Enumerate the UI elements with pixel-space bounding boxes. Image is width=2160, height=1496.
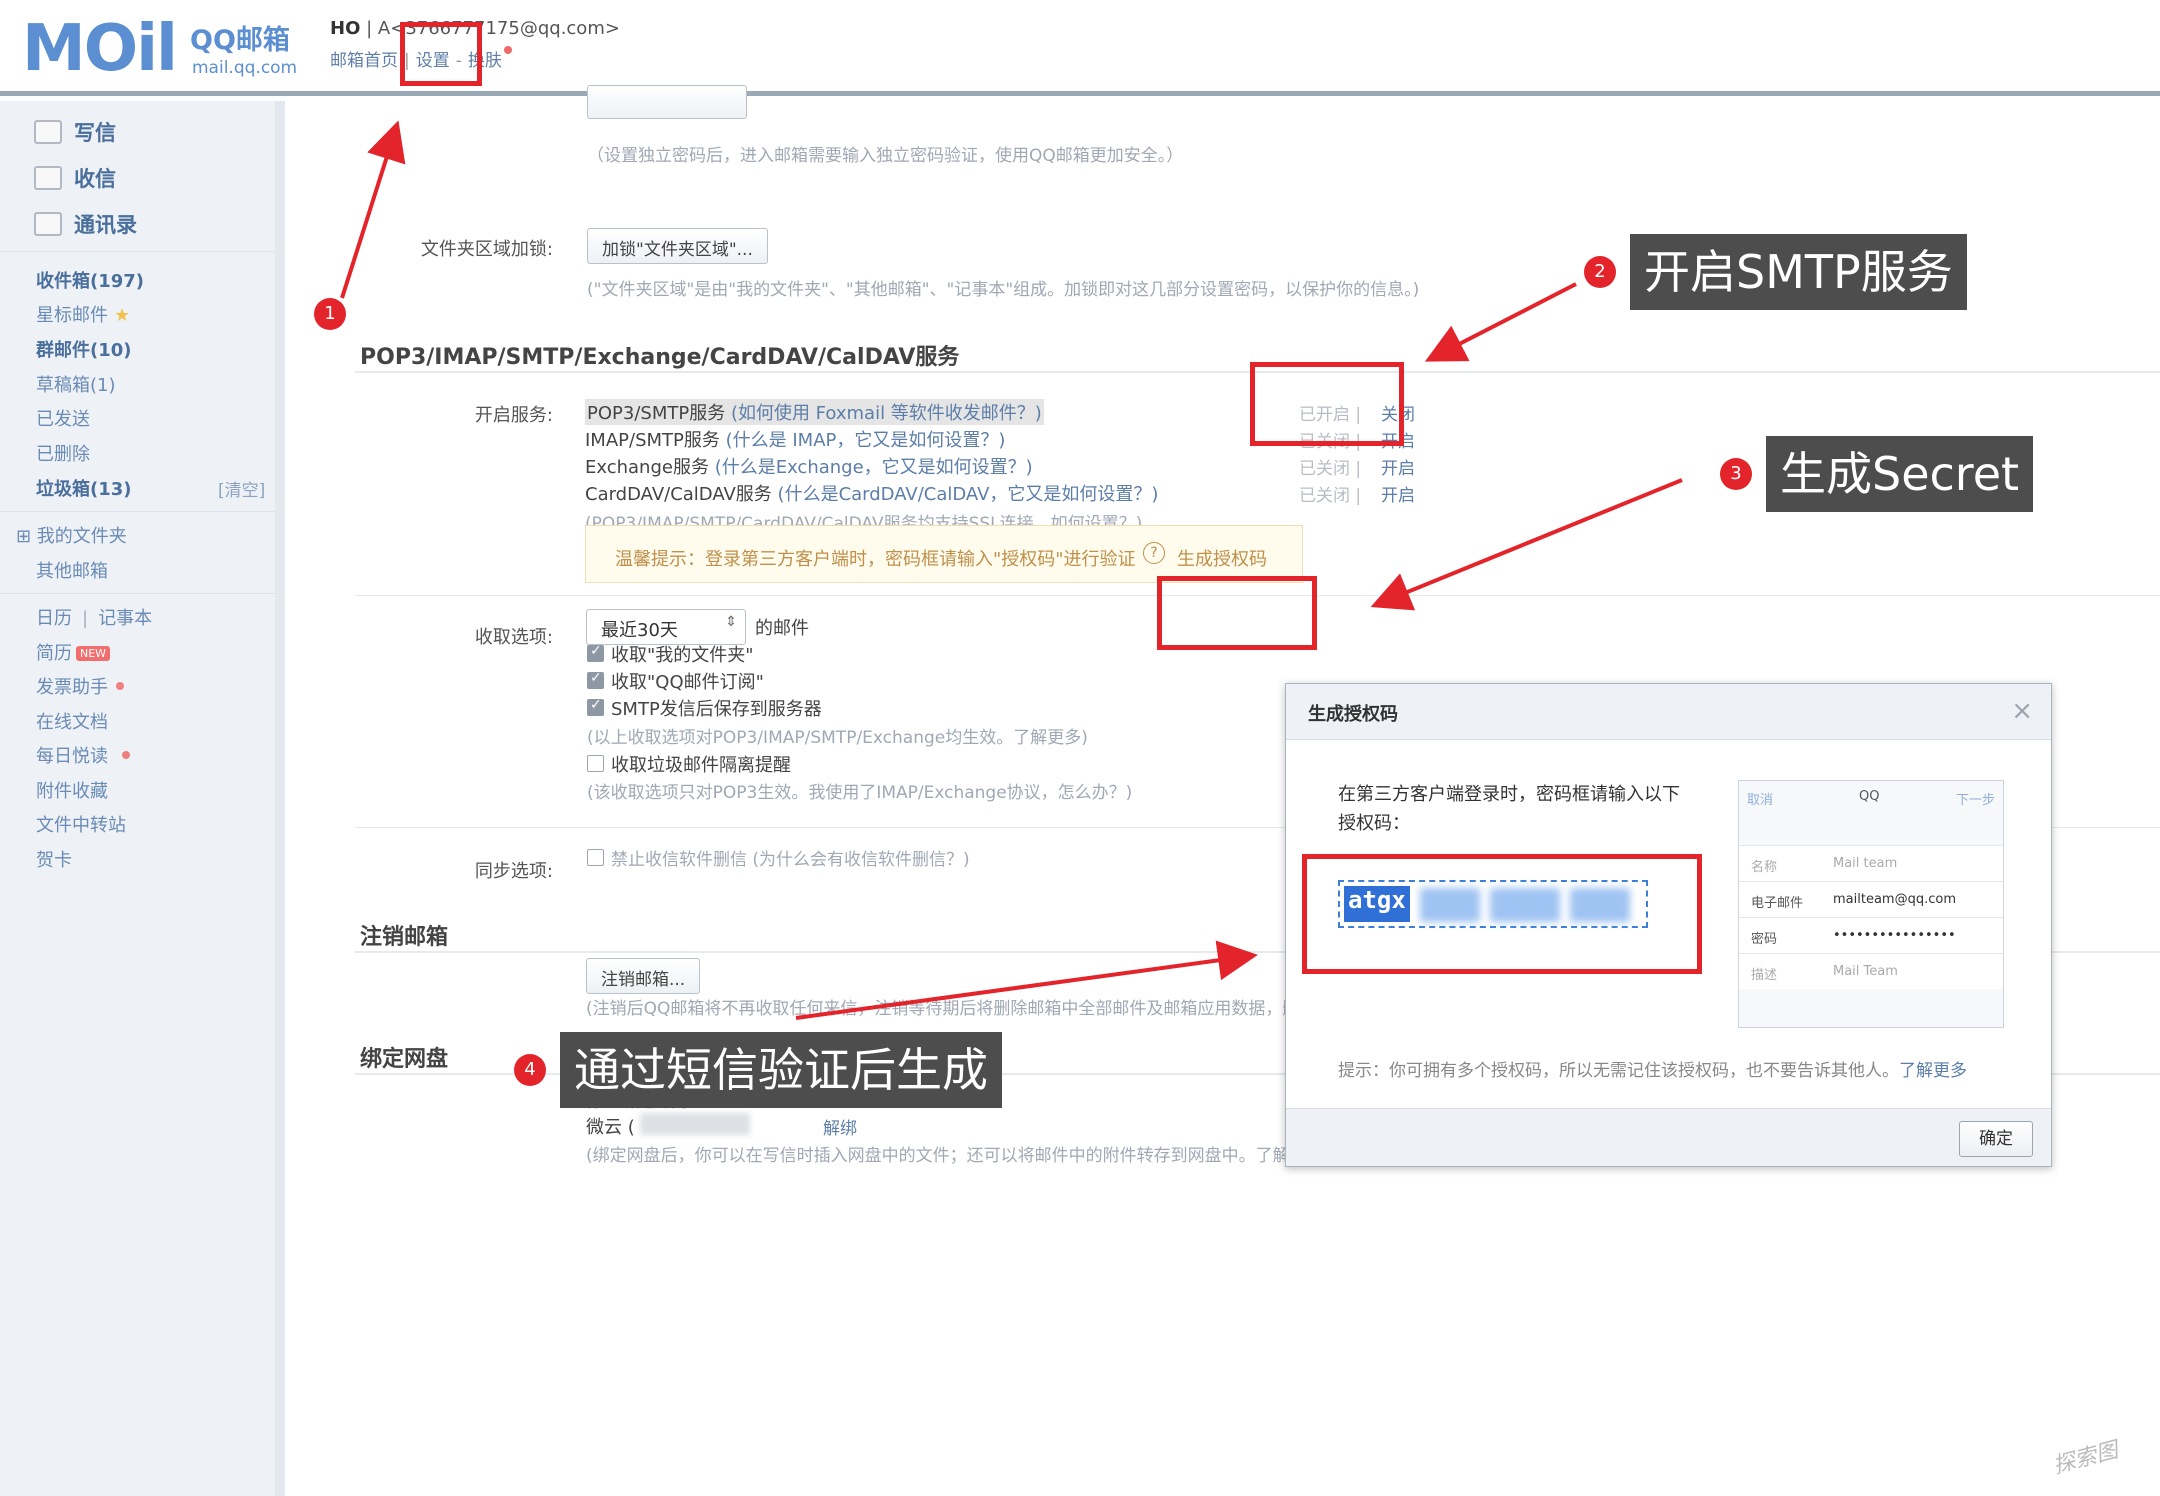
step-3-badge: 3 <box>1720 458 1752 490</box>
step-4-badge: 4 <box>514 1054 546 1086</box>
arrow-2 <box>1424 282 1577 362</box>
step-2-badge: 2 <box>1584 256 1616 288</box>
callout-enable-smtp: 开启SMTP服务 <box>1630 234 1967 310</box>
annotation-arrows <box>340 120 1683 1020</box>
arrow-3 <box>1370 478 1683 611</box>
callout-generate-secret: 生成Secret <box>1766 436 2034 512</box>
callout-sms-verify: 通过短信验证后生成 <box>560 1032 1002 1108</box>
step-1-badge: 1 <box>314 298 346 330</box>
arrow-4 <box>795 940 1258 1020</box>
arrow-1 <box>340 120 406 299</box>
